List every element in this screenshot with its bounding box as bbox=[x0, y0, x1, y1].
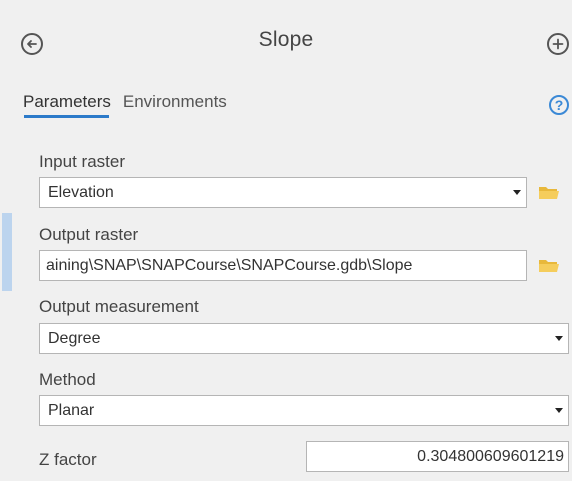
geoprocessing-pane: Slope Parameters Environments ? Input ra… bbox=[0, 0, 572, 481]
folder-icon bbox=[539, 187, 559, 199]
browse-input-raster-button[interactable] bbox=[538, 184, 560, 200]
tab-parameters[interactable]: Parameters bbox=[23, 92, 111, 118]
output-raster-value: aining\SNAP\SNAPCourse\SNAPCourse.gdb\Sl… bbox=[46, 256, 413, 274]
plus-icon bbox=[552, 38, 564, 50]
tab-bar: Parameters Environments bbox=[23, 92, 227, 118]
active-parameter-indicator bbox=[2, 213, 12, 291]
output-raster-label: Output raster bbox=[39, 225, 139, 244]
output-raster-field[interactable]: aining\SNAP\SNAPCourse\SNAPCourse.gdb\Sl… bbox=[39, 250, 527, 281]
input-raster-dropdown[interactable]: Elevation bbox=[39, 177, 527, 208]
page-title: Slope bbox=[258, 28, 314, 51]
chevron-down-icon bbox=[550, 324, 568, 353]
method-value: Planar bbox=[48, 401, 95, 419]
z-factor-field[interactable]: 0.304800609601219 bbox=[306, 441, 569, 472]
output-measurement-value: Degree bbox=[48, 329, 101, 347]
help-icon[interactable]: ? bbox=[549, 95, 569, 115]
method-label: Method bbox=[39, 370, 96, 389]
chevron-down-icon bbox=[508, 178, 526, 207]
browse-output-raster-button[interactable] bbox=[538, 257, 560, 273]
input-raster-label: Input raster bbox=[39, 152, 125, 171]
add-button[interactable] bbox=[547, 33, 569, 55]
z-factor-label: Z factor bbox=[39, 450, 97, 469]
method-dropdown[interactable]: Planar bbox=[39, 395, 569, 426]
pane-header: Slope Parameters Environments ? bbox=[0, 0, 572, 118]
chevron-down-icon bbox=[550, 396, 568, 425]
output-measurement-label: Output measurement bbox=[39, 297, 199, 316]
input-raster-value: Elevation bbox=[48, 183, 114, 201]
z-factor-value: 0.304800609601219 bbox=[417, 447, 564, 465]
folder-icon bbox=[539, 260, 559, 272]
tab-environments[interactable]: Environments bbox=[123, 92, 227, 118]
output-measurement-dropdown[interactable]: Degree bbox=[39, 323, 569, 354]
